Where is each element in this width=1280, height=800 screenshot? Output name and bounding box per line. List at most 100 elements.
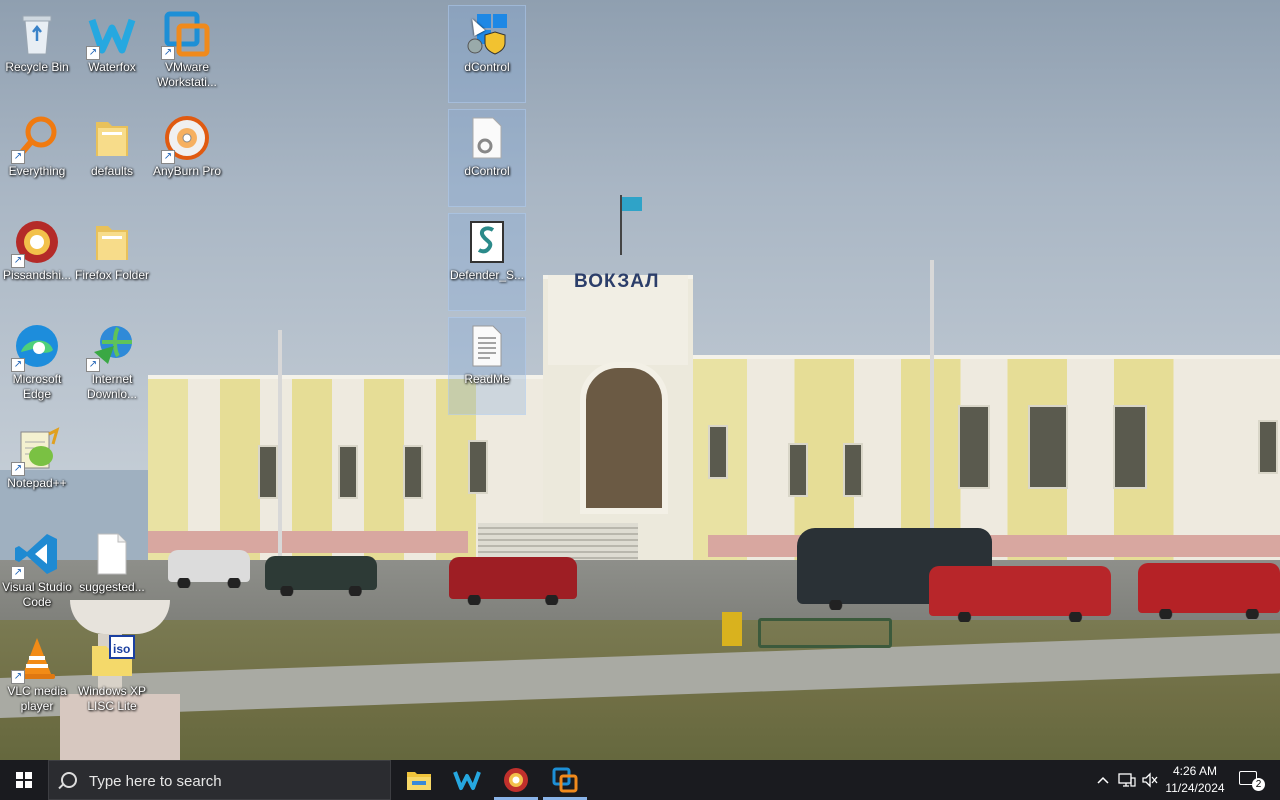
window — [403, 445, 423, 499]
desktop-icon-label: Microsoft Edge — [12, 372, 62, 401]
desktop-icon-label: Defender_S... — [449, 268, 525, 282]
shortcut-arrow-icon: ↗ — [11, 254, 25, 268]
text-file-icon — [463, 322, 511, 370]
shortcut-arrow-icon: ↗ — [11, 566, 25, 580]
arched-entrance — [580, 362, 668, 514]
window — [788, 443, 808, 497]
desktop-icon-defaults[interactable]: defaults — [74, 110, 150, 206]
lamp-post — [278, 330, 282, 590]
desktop-icon-label: suggested... — [79, 580, 145, 594]
desktop-icon-edge[interactable]: ↗ Microsoft Edge — [0, 318, 75, 414]
desktop-icon-dcontrol-ini[interactable]: dControl — [448, 109, 526, 207]
search-placeholder: Type here to search — [89, 773, 222, 790]
desktop-icon-label: VLC media player — [7, 684, 67, 713]
chevron-up-icon — [1097, 776, 1109, 784]
taskbar-app-file-explorer[interactable] — [395, 760, 443, 800]
edge-icon: ↗ — [11, 322, 61, 372]
taskbar-search-box[interactable]: Type here to search — [48, 760, 391, 800]
vmware-icon: ↗ — [161, 10, 211, 60]
desktop-icon-vscode[interactable]: ↗ Visual Studio Code — [0, 526, 75, 622]
idm-icon: ↗ — [86, 322, 136, 372]
everything-search-icon: ↗ — [11, 114, 61, 164]
desktop-icon-idm[interactable]: ↗ Internet Downlo... — [74, 318, 150, 414]
taskbar: Type here to search 4:26 AM 11/24/2024 2 — [0, 760, 1280, 800]
window — [338, 445, 358, 499]
window — [958, 405, 990, 489]
desktop-icon-vmware[interactable]: ↗ VMware Workstati... — [149, 6, 225, 102]
browser-icon — [504, 768, 528, 792]
window — [843, 443, 863, 497]
desktop-icon-pissandshi[interactable]: ↗ Pissandshi... — [0, 214, 75, 310]
taskbar-clock[interactable]: 4:26 AM 11/24/2024 — [1158, 763, 1232, 797]
desktop-icon-everything[interactable]: ↗ Everything — [0, 110, 75, 206]
red-car — [449, 557, 577, 605]
windows-logo-icon — [16, 772, 32, 788]
blank-file-icon — [88, 530, 136, 578]
desktop-icon-suggested[interactable]: suggested... — [74, 526, 150, 622]
desktop-icon-firefox-folder[interactable]: Firefox Folder — [74, 214, 150, 310]
desktop-icon-dcontrol[interactable]: dControl — [448, 5, 526, 103]
notification-count-badge: 2 — [1252, 778, 1265, 791]
iso-folder-icon: iso — [88, 634, 136, 682]
desktop-icon-label: dControl — [464, 60, 510, 74]
taskbar-app-waterfox[interactable] — [443, 760, 491, 800]
start-button[interactable] — [0, 760, 48, 800]
svg-text:iso: iso — [113, 642, 130, 656]
desktop-icon-vlc[interactable]: ↗ VLC media player — [0, 630, 75, 726]
taskbar-app-vmware[interactable] — [541, 760, 589, 800]
window — [258, 445, 278, 499]
lamp-post — [930, 260, 934, 550]
vscode-icon: ↗ — [11, 530, 61, 580]
desktop-icon-label: Everything — [8, 164, 66, 178]
desktop-icon-anyburn[interactable]: ↗ AnyBurn Pro — [149, 110, 225, 206]
recycle-bin-icon — [13, 10, 61, 58]
white-car — [168, 550, 250, 588]
desktop-icon-label: Windows XP LISC Lite — [77, 684, 147, 713]
show-hidden-icons-button[interactable] — [1092, 760, 1114, 800]
shortcut-arrow-icon: ↗ — [11, 150, 25, 164]
desktop-icon-label: Pissandshi... — [2, 268, 72, 282]
desktop-icon-defender-script[interactable]: Defender_S... — [448, 213, 526, 311]
network-icon — [1118, 773, 1136, 787]
desktop-icon-recycle-bin[interactable]: Recycle Bin — [0, 6, 75, 102]
desktop-icon-label: Visual Studio Code — [2, 580, 72, 609]
desktop-icon-label: Recycle Bin — [5, 60, 69, 74]
anyburn-disc-icon: ↗ — [161, 114, 211, 164]
trash-bin — [722, 612, 742, 646]
desktop-icon-label: AnyBurn Pro — [152, 164, 222, 178]
window — [1028, 405, 1068, 489]
taskbar-app-browser[interactable] — [492, 760, 540, 800]
desktop-icon-label: Firefox Folder — [74, 268, 150, 282]
speaker-muted-icon — [1142, 772, 1158, 788]
desktop-icon-windows-xp-iso[interactable]: iso Windows XP LISC Lite — [74, 630, 150, 726]
red-base-right — [708, 535, 1280, 557]
vmware-icon — [552, 767, 578, 793]
red-car — [1138, 563, 1280, 619]
desktop-icon-label: Notepad++ — [7, 476, 67, 490]
dark-car — [265, 556, 377, 596]
browser-icon: ↗ — [11, 218, 61, 268]
network-tray-button[interactable] — [1115, 760, 1139, 800]
desktop-icon-notepadpp[interactable]: ↗ Notepad++ — [0, 422, 75, 518]
desktop-icon-readme[interactable]: ReadMe — [448, 317, 526, 415]
search-icon — [61, 772, 77, 788]
station-building: ВОКЗАЛ — [148, 195, 1280, 571]
desktop-icon-label: defaults — [90, 164, 134, 178]
window — [708, 425, 728, 479]
shortcut-arrow-icon: ↗ — [11, 462, 25, 476]
action-center-button[interactable]: 2 — [1236, 760, 1268, 800]
shortcut-arrow-icon: ↗ — [161, 150, 175, 164]
folder-icon — [88, 114, 136, 162]
notepad-plus-plus-icon: ↗ — [11, 426, 61, 476]
park-bench — [758, 618, 892, 648]
shortcut-arrow-icon: ↗ — [86, 358, 100, 372]
script-file-icon — [463, 218, 511, 266]
station-sign: ВОКЗАЛ — [574, 271, 660, 292]
window — [468, 440, 488, 494]
waterfox-icon — [453, 771, 481, 790]
clock-date: 11/24/2024 — [1165, 781, 1225, 795]
desktop-icon-label: VMware Workstati... — [157, 60, 217, 89]
desktop-icon-waterfox[interactable]: ↗ Waterfox — [74, 6, 150, 102]
desktop-icon-label: dControl — [464, 164, 510, 178]
shortcut-arrow-icon: ↗ — [11, 670, 25, 684]
